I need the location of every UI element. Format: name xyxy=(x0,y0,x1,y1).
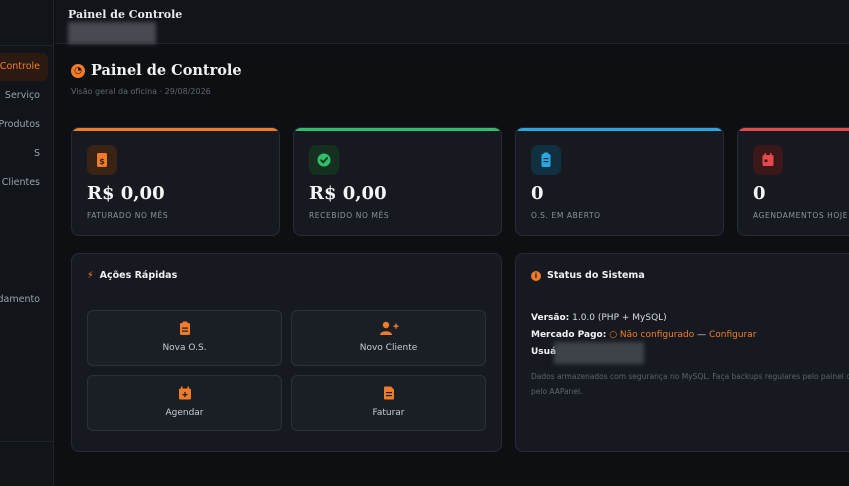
quick-actions-title: ⚡ Ações Rápidas xyxy=(87,270,178,281)
clipboard-icon xyxy=(531,145,561,175)
stat-card-today-appointments: 0 AGENDAMENTOS HOJE xyxy=(737,127,849,236)
card-accent-bar xyxy=(738,128,849,131)
page-subtitle: Visão geral da oficina · 29/08/2026 xyxy=(71,87,211,96)
topbar: Painel de Controle xyxy=(55,0,849,44)
stat-value: 0 xyxy=(531,183,544,204)
topbar-title: Painel de Controle xyxy=(68,8,183,21)
stat-card-billed: $ R$ 0,00 FATURADO NO MÊS xyxy=(71,127,280,236)
stat-label: FATURADO NO MÊS xyxy=(87,211,169,220)
check-circle-icon xyxy=(309,145,339,175)
new-order-button[interactable]: Nova O.S. xyxy=(87,310,282,366)
sidebar-item-clients[interactable]: Clientes xyxy=(0,169,48,197)
stat-label: O.S. EM ABERTO xyxy=(531,211,601,220)
new-client-button[interactable]: Novo Cliente xyxy=(291,310,486,366)
version-value: 1.0.0 (PHP + MySQL) xyxy=(572,313,667,323)
schedule-button[interactable]: Agendar xyxy=(87,375,282,431)
payment-status: ○ Não configurado xyxy=(609,330,695,340)
redacted-area xyxy=(68,22,156,44)
user-line: Usuá xyxy=(531,347,556,357)
clipboard-icon xyxy=(88,321,281,340)
sidebar-item-s[interactable]: S xyxy=(0,140,48,168)
quick-action-label: Agendar xyxy=(165,408,204,418)
card-accent-bar xyxy=(516,128,723,131)
sidebar-item-scheduling[interactable]: Agendamento xyxy=(0,286,48,314)
system-note: Dados armazenados com segurança no MySQL… xyxy=(531,372,849,396)
user-plus-icon xyxy=(292,321,485,340)
quick-action-label: Nova O.S. xyxy=(162,343,207,353)
configure-link[interactable]: Configurar xyxy=(709,330,757,340)
sidebar: Painel de Controle Serviço Produtos S Cl… xyxy=(0,0,54,486)
stat-value: R$ 0,00 xyxy=(309,183,387,204)
bolt-icon: ⚡ xyxy=(87,270,94,281)
card-accent-bar xyxy=(72,128,279,131)
invoice-dollar-icon: $ xyxy=(87,145,117,175)
sidebar-header xyxy=(0,0,53,46)
quick-actions-panel: ⚡ Ações Rápidas Nova O.S. Novo Cliente Ag… xyxy=(71,253,502,452)
sidebar-divider xyxy=(0,441,53,442)
calendar-icon xyxy=(753,145,783,175)
version-line: Versão: 1.0.0 (PHP + MySQL) xyxy=(531,313,667,323)
sidebar-item-dashboard[interactable]: Painel de Controle xyxy=(0,53,48,81)
quick-action-label: Novo Cliente xyxy=(359,343,418,353)
sidebar-item-services[interactable]: Serviço xyxy=(0,82,48,110)
payment-line: Mercado Pago: ○ Não configurado — Config… xyxy=(531,330,756,340)
quick-action-label: Faturar xyxy=(372,408,405,418)
payment-label: Mercado Pago: xyxy=(531,330,607,340)
payment-separator: — xyxy=(697,330,707,340)
svg-text:$: $ xyxy=(99,157,105,166)
stat-value: R$ 0,00 xyxy=(87,183,165,204)
stat-card-received: R$ 0,00 RECEBIDO NO MÊS xyxy=(293,127,502,236)
stat-label: RECEBIDO NO MÊS xyxy=(309,211,390,220)
redacted-area xyxy=(554,342,644,364)
invoice-button[interactable]: Faturar xyxy=(291,375,486,431)
stat-label: AGENDAMENTOS HOJE xyxy=(753,211,849,220)
user-label: Usuá xyxy=(531,347,557,357)
system-status-title: i Status do Sistema xyxy=(531,270,645,281)
invoice-icon xyxy=(292,386,485,405)
card-accent-bar xyxy=(294,128,501,131)
system-status-panel: i Status do Sistema Versão: 1.0.0 (PHP + … xyxy=(515,253,849,452)
version-label: Versão: xyxy=(531,313,570,323)
sidebar-item-products[interactable]: Produtos xyxy=(0,111,48,139)
stat-card-open-orders: 0 O.S. EM ABERTO xyxy=(515,127,724,236)
stat-value: 0 xyxy=(753,183,766,204)
calendar-plus-icon xyxy=(88,386,281,405)
page-title: Painel de Controle xyxy=(91,62,242,79)
info-circle-icon: i xyxy=(531,271,541,281)
gauge-icon: ◔ xyxy=(71,64,85,78)
